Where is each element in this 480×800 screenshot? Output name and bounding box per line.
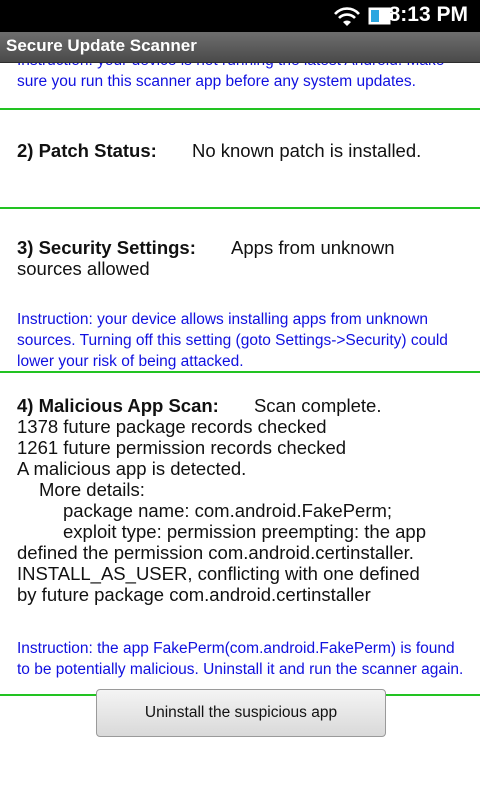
security-settings-value-line1: Apps from unknown (231, 237, 395, 258)
malicious-scan-value: Scan complete. (253, 395, 382, 416)
exploit-type-line: exploit type: permission preempting: the… (63, 521, 427, 542)
malicious-app-scan: 4) Malicious App Scan: Scan complete. 13… (17, 395, 472, 605)
title-bar: Secure Update Scanner (0, 32, 480, 63)
section-divider (0, 108, 480, 110)
patch-status-row: 2) Patch Status: No known patch is insta… (17, 140, 472, 161)
security-settings-heading: 3) Security Settings: (17, 237, 196, 258)
package-name-line: package name: com.android.FakePerm; (63, 500, 393, 521)
permission-records-line: 1261 future permission records checked (17, 437, 347, 458)
status-bar: 8:13 PM (0, 0, 480, 32)
package-records-line: 1378 future package records checked (17, 416, 327, 437)
patch-status-value: No known patch is installed. (191, 140, 422, 161)
section3-instruction: Instruction: your device allows installi… (17, 311, 448, 370)
exploit-detail-line: INSTALL_AS_USER, conflicting with one de… (17, 563, 420, 584)
section-divider (0, 371, 480, 373)
malicious-scan-heading: 4) Malicious App Scan: (17, 395, 219, 416)
patch-status-heading: 2) Patch Status: (17, 140, 157, 161)
security-settings-row: 3) Security Settings: Apps from unknown … (17, 237, 472, 279)
app-title: Secure Update Scanner (6, 36, 197, 55)
exploit-detail-line: by future package com.android.certinstal… (17, 584, 371, 605)
section1-instruction: Instruction: your device is not running … (17, 63, 444, 90)
wifi-icon (334, 7, 360, 26)
section4-instruction: Instruction: the app FakePerm(com.androi… (17, 640, 464, 678)
detection-result-line: A malicious app is detected. (17, 458, 247, 479)
uninstall-button[interactable]: Uninstall the suspicious app (96, 689, 386, 737)
exploit-detail-line: defined the permission com.android.certi… (17, 542, 414, 563)
more-details-label: More details: (39, 479, 145, 500)
status-time: 8:13 PM (388, 3, 468, 26)
section-divider (0, 207, 480, 209)
security-settings-value-line2: sources allowed (17, 258, 150, 279)
